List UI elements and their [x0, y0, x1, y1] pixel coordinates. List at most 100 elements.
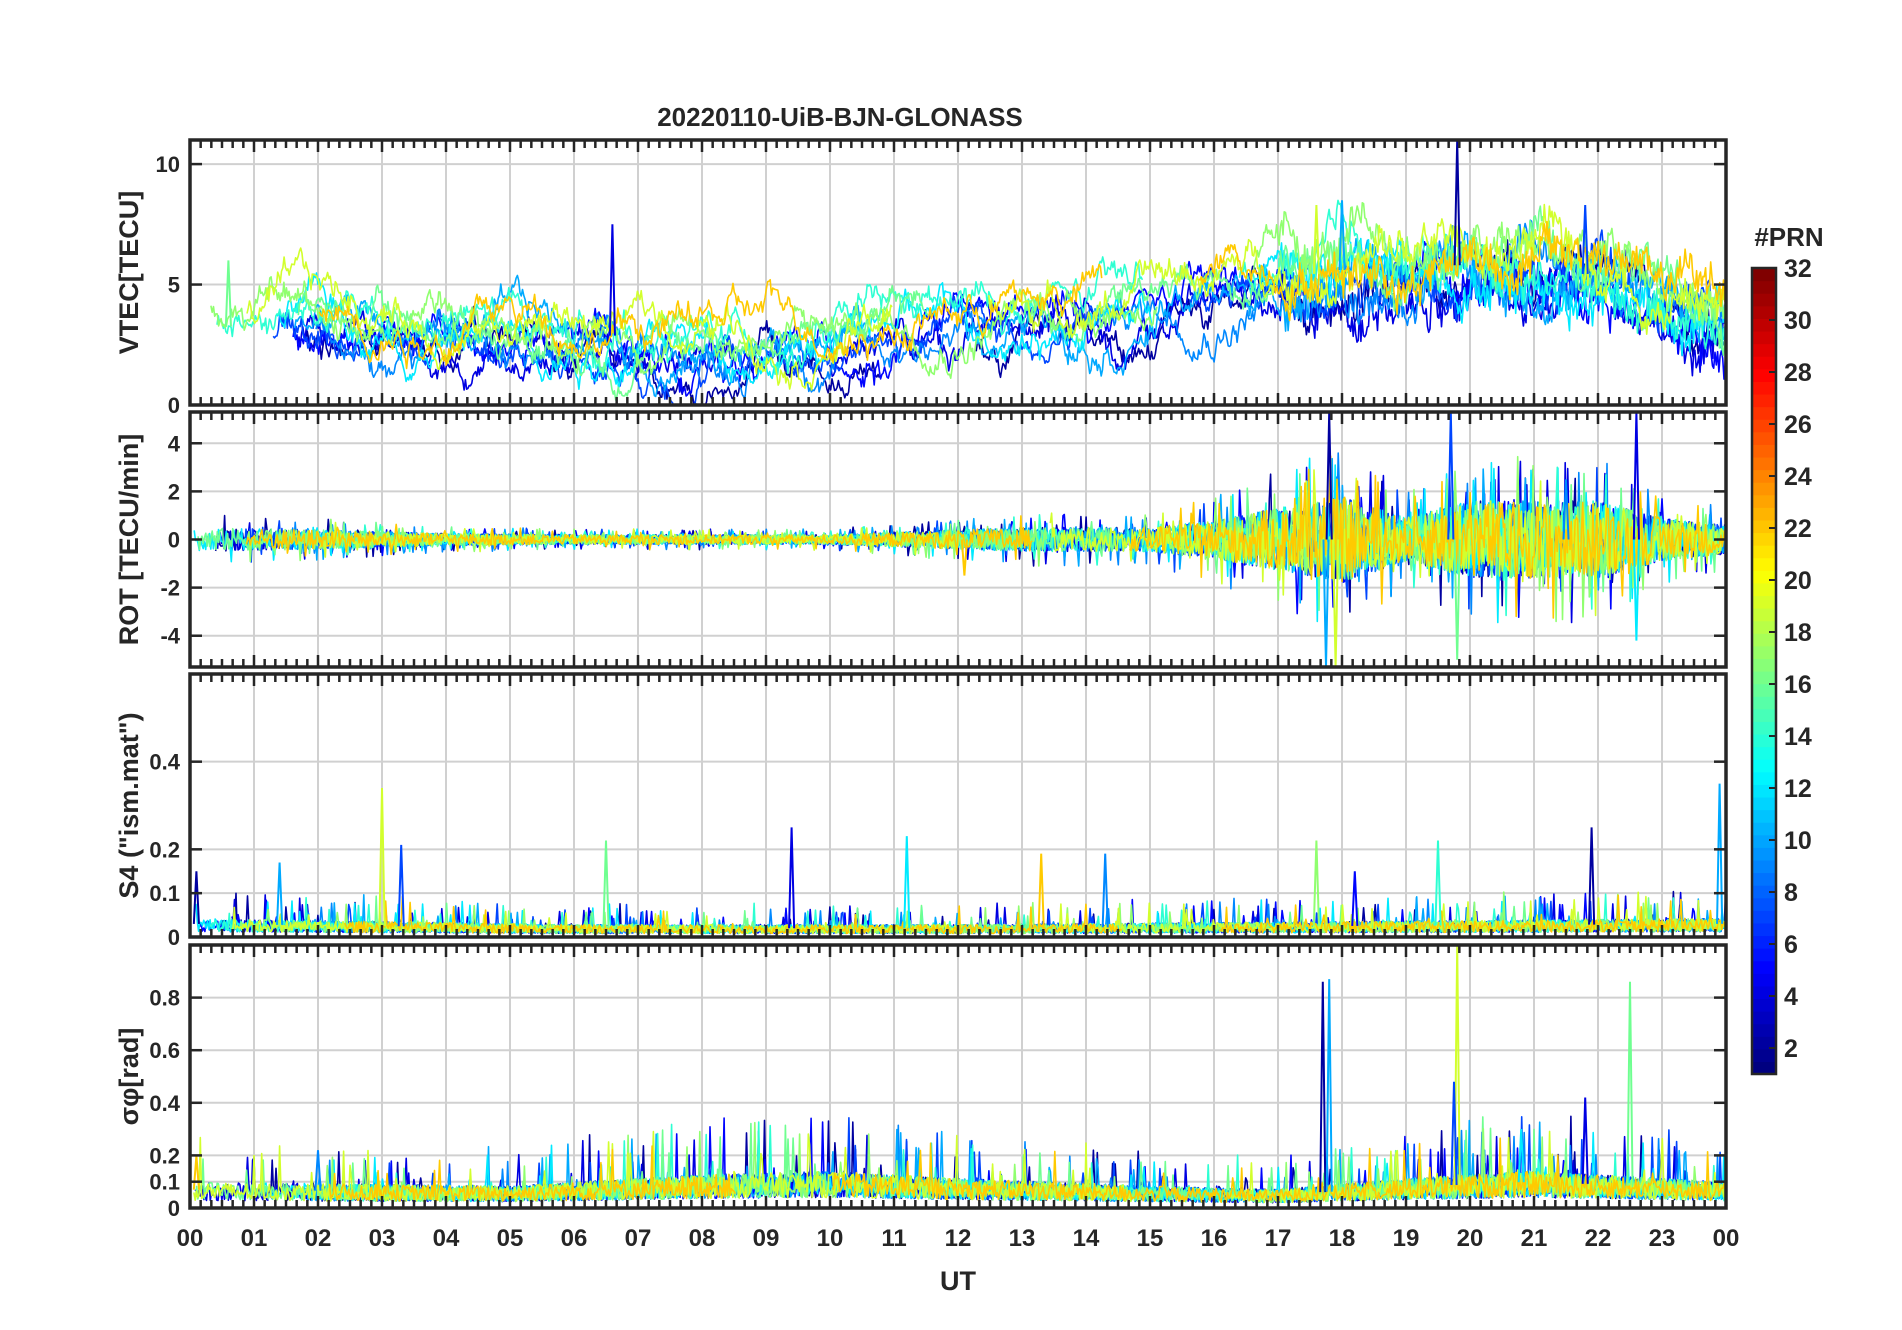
- y-tick-label: 10: [156, 152, 180, 177]
- colorbar-swatch: [1752, 708, 1776, 722]
- colorbar-tick-label: 4: [1784, 983, 1798, 1011]
- colorbar-swatch: [1752, 985, 1776, 1000]
- y-tick-label: 0.2: [149, 1143, 180, 1168]
- colorbar-tick-label: 12: [1784, 775, 1812, 803]
- colorbar-swatch: [1752, 456, 1776, 471]
- x-tick-label: 09: [753, 1225, 780, 1252]
- y-tick-label: -4: [160, 624, 180, 649]
- colorbar-swatch: [1752, 393, 1776, 408]
- x-tick-label: 20: [1457, 1225, 1484, 1252]
- colorbar-swatch: [1752, 809, 1776, 823]
- colorbar-swatch: [1752, 784, 1776, 798]
- colorbar-swatch: [1752, 645, 1776, 660]
- colorbar-swatch: [1752, 406, 1776, 420]
- colorbar-swatch: [1752, 872, 1776, 886]
- x-tick-label: 07: [625, 1225, 652, 1252]
- x-tick-label: 05: [497, 1225, 524, 1252]
- colorbar-tick-label: 24: [1784, 463, 1812, 491]
- colorbar-swatch: [1752, 671, 1776, 685]
- colorbar-swatch: [1752, 847, 1776, 861]
- colorbar-tick-label: 32: [1784, 255, 1812, 283]
- colorbar-swatch: [1752, 973, 1776, 987]
- colorbar-tick-label: 16: [1784, 671, 1812, 699]
- x-tick-label: 18: [1329, 1225, 1356, 1252]
- colorbar-swatch: [1752, 532, 1776, 546]
- x-tick-label: 10: [817, 1225, 844, 1252]
- x-tick-label: 13: [1009, 1225, 1036, 1252]
- x-tick-label: 00: [1713, 1225, 1740, 1252]
- colorbar-swatch: [1752, 759, 1776, 773]
- x-tick-label: 22: [1585, 1225, 1612, 1252]
- colorbar-swatch: [1752, 280, 1776, 294]
- colorbar-swatch: [1752, 494, 1776, 508]
- colorbar-swatch: [1752, 998, 1776, 1012]
- colorbar-tick-label: 10: [1784, 827, 1812, 855]
- colorbar-swatch: [1752, 343, 1776, 357]
- colorbar-swatch: [1752, 482, 1776, 496]
- colorbar-swatch: [1752, 796, 1776, 811]
- colorbar-swatch: [1752, 507, 1776, 521]
- colorbar-swatch: [1752, 1023, 1776, 1037]
- colorbar-swatch: [1752, 658, 1776, 672]
- x-tick-label: 04: [433, 1225, 460, 1252]
- chart-title: 20220110-UiB-BJN-GLONASS: [657, 102, 1023, 132]
- x-tick-label: 01: [241, 1225, 268, 1252]
- colorbar-swatch: [1752, 557, 1776, 571]
- colorbar-swatch: [1752, 771, 1776, 785]
- colorbar-label: #PRN: [1754, 222, 1823, 252]
- y-tick-label: 0.1: [149, 881, 180, 906]
- colorbar-swatch: [1752, 570, 1776, 584]
- colorbar-tick-label: 28: [1784, 359, 1812, 387]
- x-tick-label: 03: [369, 1225, 396, 1252]
- colorbar-swatch: [1752, 822, 1776, 836]
- x-tick-label: 08: [689, 1225, 716, 1252]
- colorbar-swatch: [1752, 948, 1776, 962]
- colorbar-swatch: [1752, 721, 1776, 735]
- colorbar-swatch: [1752, 595, 1776, 609]
- colorbar-swatch: [1752, 859, 1776, 874]
- y-tick-label: 0: [168, 393, 180, 418]
- colorbar-swatch: [1752, 960, 1776, 974]
- y-axis-label: σφ[rad]: [114, 1028, 144, 1126]
- colorbar-swatch: [1752, 1011, 1776, 1025]
- colorbar-swatch: [1752, 519, 1776, 534]
- x-tick-label: 17: [1265, 1225, 1292, 1252]
- x-tick-label: 02: [305, 1225, 332, 1252]
- colorbar-swatch: [1752, 1061, 1776, 1075]
- colorbar-swatch: [1752, 834, 1776, 848]
- x-tick-label: 12: [945, 1225, 972, 1252]
- x-tick-label: 06: [561, 1225, 588, 1252]
- y-tick-label: 2: [168, 479, 180, 504]
- y-tick-label: 0.4: [149, 750, 180, 775]
- y-tick-label: -2: [160, 576, 180, 601]
- colorbar-swatch: [1752, 545, 1776, 559]
- y-axis-label: S4 ("ism.mat"): [114, 712, 144, 898]
- colorbar-tick-label: 26: [1784, 411, 1812, 439]
- colorbar-swatch: [1752, 268, 1776, 282]
- x-tick-label: 00: [177, 1225, 204, 1252]
- colorbar-tick-label: 20: [1784, 567, 1812, 595]
- colorbar-swatch: [1752, 582, 1776, 597]
- x-tick-label: 16: [1201, 1225, 1228, 1252]
- colorbar-swatch: [1752, 1048, 1776, 1063]
- colorbar-tick-label: 8: [1784, 879, 1798, 907]
- y-tick-label: 0.1: [149, 1170, 180, 1195]
- colorbar-swatch: [1752, 431, 1776, 445]
- colorbar-tick-label: 14: [1784, 723, 1812, 751]
- colorbar-swatch: [1752, 910, 1776, 924]
- colorbar-swatch: [1752, 356, 1776, 370]
- y-tick-label: 0.2: [149, 837, 180, 862]
- y-tick-label: 0.8: [149, 986, 180, 1011]
- y-tick-label: 0: [168, 925, 180, 950]
- colorbar-tick-label: 30: [1784, 307, 1812, 335]
- x-tick-label: 19: [1393, 1225, 1420, 1252]
- colorbar-tick-label: 6: [1784, 931, 1798, 959]
- colorbar-swatch: [1752, 444, 1776, 458]
- colorbar-swatch: [1752, 330, 1776, 345]
- y-axis-label: VTEC[TECU]: [114, 191, 144, 355]
- colorbar-tick-label: 22: [1784, 515, 1812, 543]
- colorbar-swatch: [1752, 897, 1776, 911]
- colorbar-swatch: [1752, 305, 1776, 319]
- x-tick-label: 15: [1137, 1225, 1164, 1252]
- y-axis-label: ROT [TECU/min]: [114, 434, 144, 645]
